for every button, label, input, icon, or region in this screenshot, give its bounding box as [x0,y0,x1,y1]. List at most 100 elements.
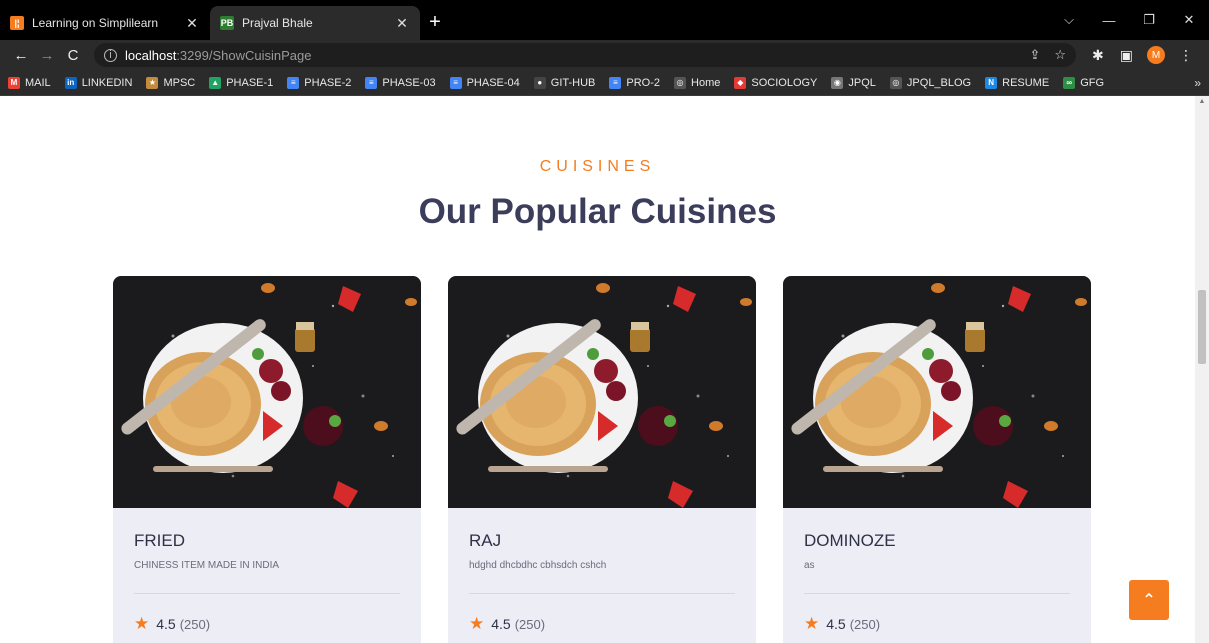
cuisine-description: CHINESS ITEM MADE IN INDIA [134,560,280,571]
rating: ★ 4.5 (250) [134,614,400,634]
scroll-to-top-button[interactable]: ⌃ [1129,580,1169,620]
bookmark-star-icon[interactable]: ☆ [1054,47,1066,63]
cuisine-image [783,276,1091,508]
divider [469,593,735,594]
simplilearn-icon: |¦ [10,16,24,30]
bookmark-favicon-icon: ≡ [609,76,622,89]
tab-search-chevron-icon[interactable]: ⌵ [1049,12,1089,28]
bookmark-phase-1[interactable]: ▲ PHASE-1 [209,76,274,89]
bookmark-label: PRO-2 [626,76,661,89]
share-icon[interactable]: ⇪ [1029,47,1040,63]
section-title: Our Popular Cuisines [418,192,777,231]
page-viewport: CUISINES Our Popular Cuisines FRIED CHIN… [0,96,1209,643]
bookmark-jpql[interactable]: ◉ JPQL [831,76,876,89]
bookmarks-bar: M MAIL in LINKEDIN ★ MPSC ▲ PHASE-1 ≡ PHASE-2 ≡ PHA… [0,70,1209,96]
bookmark-favicon-icon: ≡ [287,76,300,89]
bookmark-git-hub[interactable]: ● GIT-HUB [533,76,595,89]
bookmark-label: RESUME [1002,76,1050,89]
bookmark-favicon-icon: ▲ [209,76,222,89]
rating-value: 4.5 [491,616,511,632]
tab-prajval-bhale[interactable]: PB Prajval Bhale ✕ [210,6,420,40]
window-close-icon[interactable]: ✕ [1169,12,1209,28]
forward-arrow-icon[interactable]: → [34,47,60,64]
bookmark-favicon-icon: ● [533,76,546,89]
cuisine-card[interactable]: FRIED CHINESS ITEM MADE IN INDIA ★ 4.5 (… [113,276,421,643]
bookmark-favicon-icon: in [64,76,77,89]
bookmark-resume[interactable]: N RESUME [985,76,1050,89]
info-icon[interactable]: i [104,48,117,62]
section-subtitle: CUISINES [539,158,656,175]
bookmark-favicon-icon: M [8,76,20,89]
bookmark-favicon-icon: ≡ [365,76,378,89]
star-icon: ★ [469,614,485,633]
cuisine-image [113,276,421,508]
divider [804,593,1070,594]
page-scrollbar[interactable]: ▲ [1195,96,1209,643]
bookmark-label: PHASE-2 [304,76,352,89]
bookmark-label: SOCIOLOGY [751,76,818,89]
bookmark-favicon-icon: ◎ [674,76,687,89]
cuisine-name[interactable]: DOMINOZE [804,531,1070,551]
cuisine-name[interactable]: RAJ [469,531,735,551]
menu-kebab-icon[interactable]: ⋮ [1179,47,1193,64]
bookmark-home[interactable]: ◎ Home [674,76,720,89]
close-icon[interactable]: ✕ [394,15,410,32]
cuisine-card-list: FRIED CHINESS ITEM MADE IN INDIA ★ 4.5 (… [113,276,1091,643]
cuisine-description: as [804,560,815,571]
bookmark-label: PHASE-04 [466,76,520,89]
side-panel-icon[interactable]: ▣ [1120,47,1133,64]
bookmark-mpsc[interactable]: ★ MPSC [146,76,196,89]
minimize-icon[interactable]: — [1089,13,1129,28]
cuisine-card[interactable]: DOMINOZE as ★ 4.5 (250) [783,276,1091,643]
bookmark-phase-03[interactable]: ≡ PHASE-03 [365,76,436,89]
rating-value: 4.5 [826,616,846,632]
pb-favicon-icon: PB [220,16,234,30]
bookmark-label: JPQL [848,76,876,89]
browser-tab-bar: |¦ Learning on Simplilearn ✕ PB Prajval … [0,0,1209,40]
rating: ★ 4.5 (250) [804,614,1070,634]
bookmarks-overflow-button[interactable]: » [1194,76,1201,90]
back-arrow-icon[interactable]: ← [8,47,34,64]
reload-icon[interactable]: C [60,47,86,64]
new-tab-button[interactable]: + [420,6,450,40]
bookmark-linkedin[interactable]: in LINKEDIN [64,76,133,89]
rating-value: 4.5 [156,616,176,632]
restore-icon[interactable]: ❐ [1129,12,1169,28]
bookmark-favicon-icon: ◎ [889,76,902,89]
tab-title: Learning on Simplilearn [32,16,159,30]
cuisine-image [448,276,756,508]
scroll-up-icon[interactable]: ▲ [1195,98,1209,105]
bookmark-label: LINKEDIN [81,76,133,89]
review-count: (250) [514,616,546,632]
bookmark-gfg[interactable]: ∞ GFG [1063,76,1105,89]
cuisine-name[interactable]: FRIED [134,531,400,551]
bookmark-jpql-blog[interactable]: ◎ JPQL_BLOG [889,76,972,89]
bookmark-favicon-icon: N [985,76,998,89]
bookmark-pro-2[interactable]: ≡ PRO-2 [609,76,661,89]
review-count: (250) [849,616,881,632]
bookmark-mail[interactable]: M MAIL [8,76,51,89]
cuisine-card[interactable]: RAJ hdghd dhcbdhc cbhsdch cshch ★ 4.5 (2… [448,276,756,643]
extensions-puzzle-icon[interactable]: ✱ [1092,47,1104,64]
scrollbar-thumb[interactable] [1198,290,1206,364]
profile-avatar[interactable]: M [1147,46,1165,64]
bookmark-label: MPSC [163,76,196,89]
address-bar-row: ← → C i localhost:3299/ShowCuisinPage ⇪ … [0,40,1209,70]
close-icon[interactable]: ✕ [184,15,200,32]
bookmark-favicon-icon: ≡ [449,76,462,89]
bookmark-favicon-icon: ∞ [1063,76,1076,89]
bookmark-phase-04[interactable]: ≡ PHASE-04 [449,76,520,89]
bookmark-label: PHASE-1 [226,76,274,89]
url-input[interactable]: i localhost:3299/ShowCuisinPage ⇪ ☆ [94,43,1077,67]
url-host: localhost [125,47,177,63]
bookmark-favicon-icon: ◉ [831,76,844,89]
bookmark-sociology[interactable]: ◆ SOCIOLOGY [734,76,818,89]
tab-simplilearn[interactable]: |¦ Learning on Simplilearn ✕ [0,6,210,40]
bookmark-label: JPQL_BLOG [906,76,972,89]
bookmark-phase-2[interactable]: ≡ PHASE-2 [287,76,352,89]
bookmark-favicon-icon: ★ [146,76,159,89]
double-chevron-up-icon: ⌃ [1142,592,1156,609]
bookmark-label: GFG [1080,76,1105,89]
review-count: (250) [179,616,211,632]
bookmark-favicon-icon: ◆ [734,76,747,89]
